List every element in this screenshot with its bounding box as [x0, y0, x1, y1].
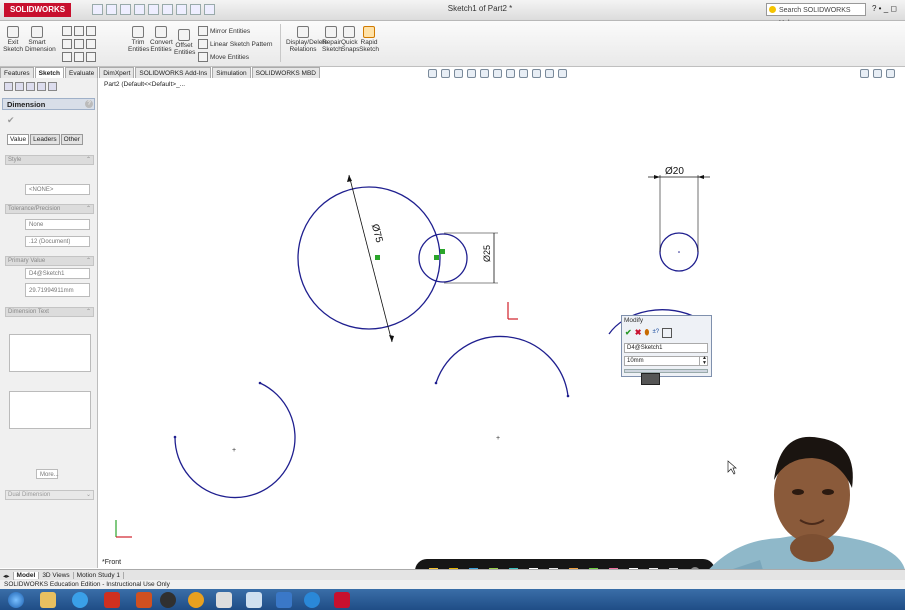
- nav-arrows-icon[interactable]: ◂▸: [0, 571, 14, 580]
- modify-dimension-name: D4@Sketch1: [624, 343, 708, 353]
- tab-motion-study[interactable]: Motion Study 1: [74, 572, 125, 579]
- internet-explorer-icon[interactable]: [72, 592, 88, 608]
- reverse-sense-icon[interactable]: ±?: [652, 328, 659, 338]
- center-point-marker: [375, 255, 380, 260]
- tab-3d-views[interactable]: 3D Views: [39, 572, 74, 579]
- rebuild-icon[interactable]: ⬮: [644, 328, 649, 338]
- value-spinner[interactable]: ▲ ▼: [699, 356, 709, 366]
- excel-icon[interactable]: [216, 592, 232, 608]
- svg-text:+: +: [496, 435, 500, 442]
- dimension-20[interactable]: Ø20: [665, 166, 684, 177]
- view-orientation-label: *Front: [102, 559, 122, 566]
- value-thumbwheel[interactable]: [624, 369, 708, 373]
- tab-model[interactable]: Model: [13, 572, 40, 579]
- sketch-circle-25[interactable]: [418, 233, 468, 283]
- onscreen-keyboard-icon[interactable]: [641, 373, 660, 385]
- modify-dialog-title: Modify: [624, 317, 644, 324]
- coincident-marker: [434, 255, 439, 260]
- powerpoint-icon[interactable]: [136, 592, 152, 608]
- cancel-x-icon[interactable]: ✖: [635, 328, 642, 338]
- sketch-arc-left[interactable]: [174, 382, 296, 499]
- remote-app-icon[interactable]: [276, 592, 292, 608]
- status-bar: SOLIDWORKS Education Edition - Instructi…: [0, 580, 905, 589]
- diameter-line-75: [348, 174, 393, 343]
- dimension-25[interactable]: Ø25: [482, 245, 492, 262]
- notes-icon[interactable]: [246, 592, 262, 608]
- dimension-75[interactable]: Ø75: [369, 223, 385, 245]
- start-button-icon[interactable]: [8, 592, 24, 608]
- mark-dimension-icon[interactable]: [662, 328, 673, 338]
- modify-dialog-buttons: ✔ ✖ ⬮ ±?: [625, 328, 673, 338]
- acrobat-icon[interactable]: [104, 592, 120, 608]
- chrome-icon[interactable]: [188, 592, 204, 608]
- web-app-icon[interactable]: [304, 592, 320, 608]
- media-player-icon[interactable]: [160, 592, 176, 608]
- modify-value-input[interactable]: 10mm: [624, 356, 708, 366]
- tangent-marker: [440, 249, 445, 254]
- svg-text:+: +: [232, 447, 236, 454]
- solidworks-taskbar-icon[interactable]: [334, 592, 350, 608]
- accept-check-icon[interactable]: ✔: [625, 328, 632, 338]
- sketch-arc-top[interactable]: [435, 335, 569, 397]
- file-explorer-icon[interactable]: [40, 592, 56, 608]
